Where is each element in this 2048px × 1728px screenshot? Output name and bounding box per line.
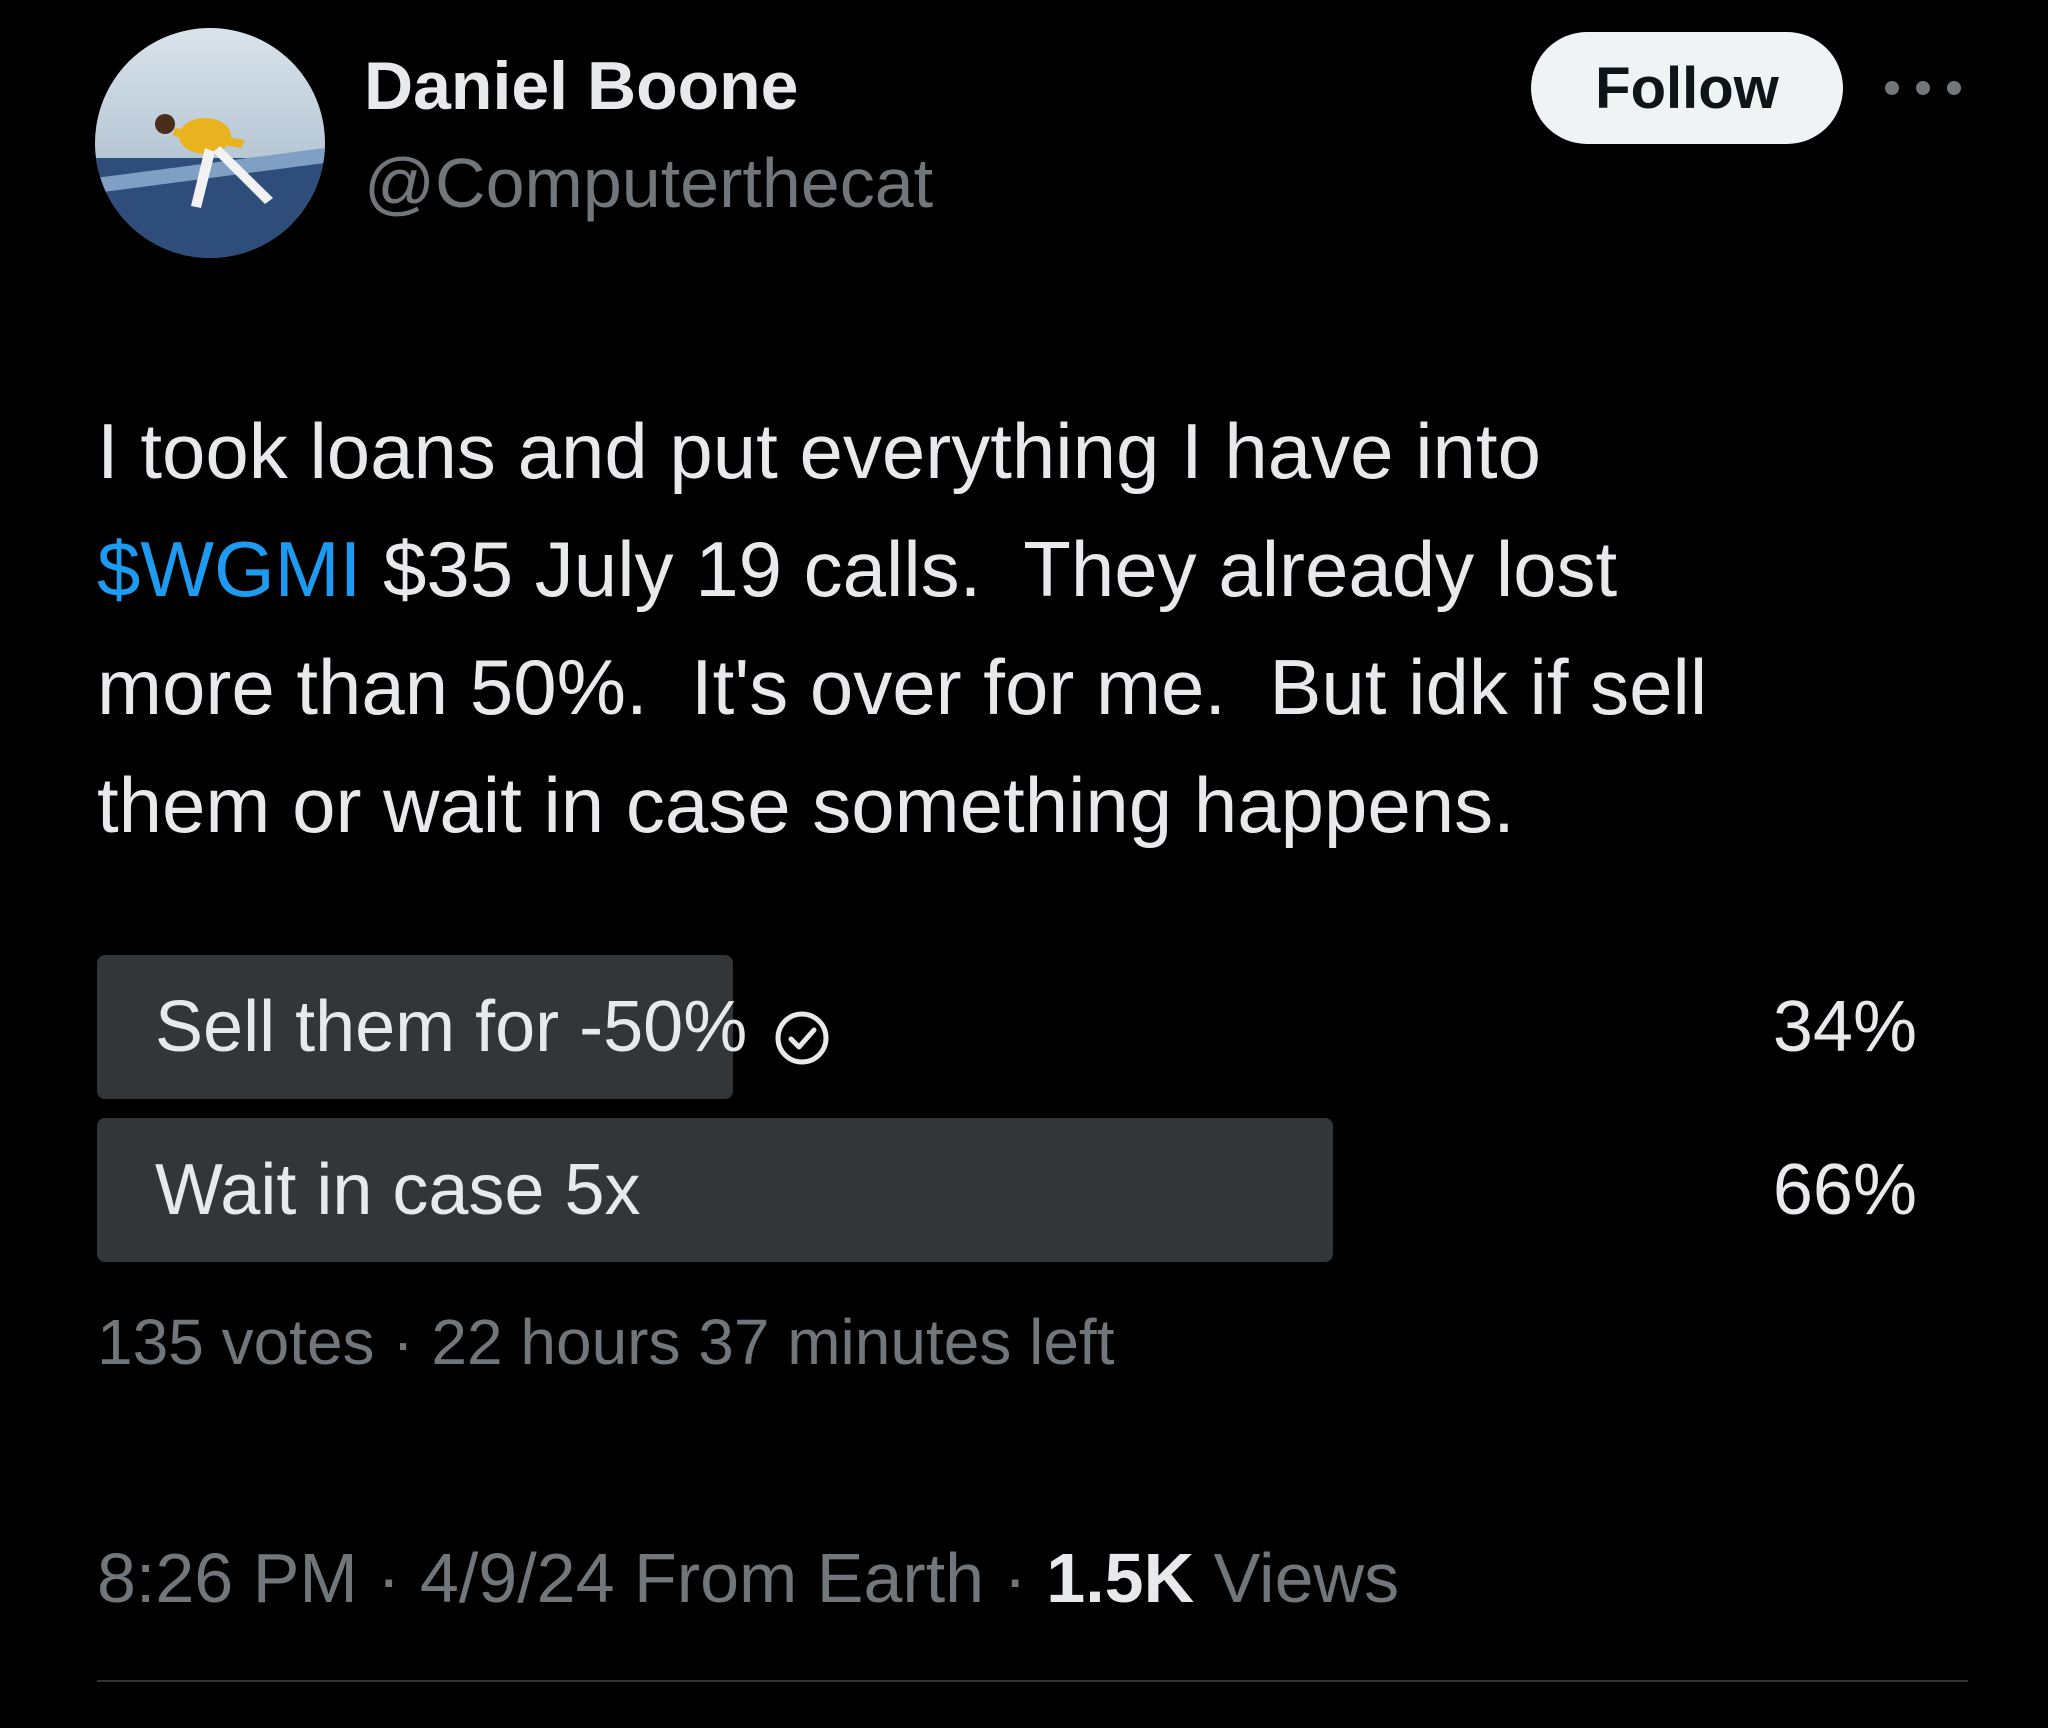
follow-button[interactable]: Follow xyxy=(1531,32,1843,144)
poll-option-label: Sell them for -50% xyxy=(155,955,831,1099)
cashtag-link[interactable]: $WGMI xyxy=(97,525,361,613)
tweet-line-2: $WGMI $35 July 19 calls. They already lo… xyxy=(97,510,1937,628)
poll-option-label: Wait in case 5x xyxy=(155,1118,641,1262)
dot xyxy=(1916,81,1930,95)
tweet-timestamp-row: 8:26 PM · 4/9/24 From Earth · 1.5K Views xyxy=(97,1538,1399,1618)
poll-meta: 135 votes · 22 hours 37 minutes left xyxy=(97,1305,1114,1379)
check-circle-icon xyxy=(773,1002,831,1065)
tweet-text: I took loans and put everything I have i… xyxy=(97,392,1937,864)
poll-votes: 135 votes xyxy=(97,1306,375,1378)
tweet-line-4: them or wait in case something happens. xyxy=(97,761,1515,849)
avatar[interactable] xyxy=(95,28,325,258)
poll-time-left: 22 hours 37 minutes left xyxy=(431,1306,1115,1378)
poll-option-text: Wait in case 5x xyxy=(155,1150,641,1230)
poll-option-percent: 66% xyxy=(1772,1150,1917,1230)
dot xyxy=(1947,81,1961,95)
author-handle[interactable]: @Computerthecat xyxy=(364,148,933,218)
dot xyxy=(1885,81,1899,95)
tweet-date[interactable]: 4/9/24 xyxy=(420,1539,615,1617)
poll-option-percent: 34% xyxy=(1772,987,1917,1067)
more-dots-icon[interactable] xyxy=(1885,68,1961,108)
tweet-line-2-text: $35 July 19 calls. They already lost xyxy=(361,525,1618,613)
divider xyxy=(97,1680,1968,1682)
tweet-source: From Earth xyxy=(634,1539,985,1617)
separator: · xyxy=(357,1539,420,1617)
views-count[interactable]: 1.5K xyxy=(1046,1539,1194,1617)
tweet-time[interactable]: 8:26 PM xyxy=(97,1539,358,1617)
poll-option-1[interactable]: Sell them for -50% 34% xyxy=(97,955,1917,1099)
tweet-line-1: I took loans and put everything I have i… xyxy=(97,407,1541,495)
separator: · xyxy=(984,1539,1047,1617)
profile-photo-icon xyxy=(95,28,325,258)
separator: · xyxy=(374,1306,432,1378)
poll-option-2[interactable]: Wait in case 5x 66% xyxy=(97,1118,1917,1262)
views-label: Views xyxy=(1213,1539,1400,1617)
tweet-line-3: more than 50%. It's over for me. But idk… xyxy=(97,643,1708,731)
author-display-name[interactable]: Daniel Boone xyxy=(364,52,799,120)
poll-option-text: Sell them for -50% xyxy=(155,987,748,1067)
